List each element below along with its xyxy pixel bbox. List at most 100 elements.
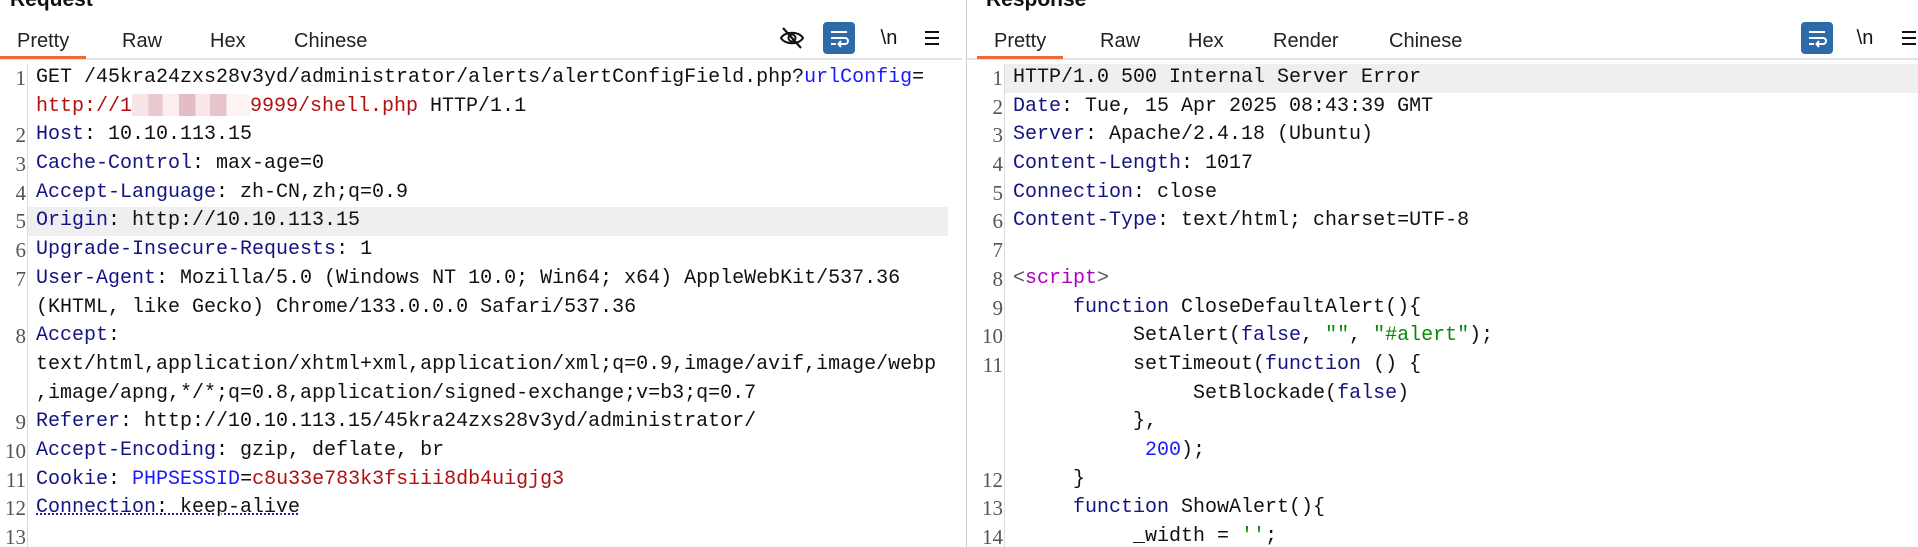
request-editor[interactable]: 1 GET /45kra24zxs28v3yd/administrator/ale…	[0, 64, 962, 547]
response-tabs: Pretty Raw Hex Render Chinese	[967, 24, 1918, 60]
code-token: );	[1469, 324, 1494, 348]
code-token: : Tue, 15 Apr 2025 08:43:39 GMT	[1061, 94, 1434, 118]
code-token: >	[1097, 266, 1110, 290]
response-tab-chinese[interactable]: Chinese	[1372, 26, 1479, 56]
line-text: function ShowAlert(){	[1005, 494, 1918, 523]
code-line: 3 Server: Apache/2.4.18 (Ubuntu)	[967, 121, 1918, 150]
code-token: Content-Type	[1013, 209, 1158, 233]
line-text: Accept-Encoding: gzip, deflate, br	[28, 437, 948, 466]
code-line: 200);	[967, 437, 1918, 466]
code-token: SetBlockade(	[1013, 381, 1338, 405]
line-text	[28, 523, 948, 547]
response-title: Response	[986, 0, 1086, 12]
response-tab-raw[interactable]: Raw	[1083, 26, 1157, 56]
request-tab-pretty[interactable]: Pretty	[0, 26, 87, 59]
line-text: Cache-Control: max-age=0	[28, 150, 948, 179]
code-token: )	[1397, 381, 1410, 405]
line-number: 6	[15, 238, 27, 263]
response-tab-hex[interactable]: Hex	[1171, 26, 1241, 56]
response-lines: 1 HTTP/1.0 500 Internal Server Error 2 Date…	[967, 64, 1918, 547]
line-number: 12	[982, 467, 1003, 492]
line-text: Content-Type: text/html; charset=UTF-8	[1005, 207, 1918, 236]
code-token: 200	[1145, 438, 1182, 462]
code-token: =	[240, 467, 253, 491]
code-line: 13	[0, 523, 962, 547]
line-number: 5	[992, 180, 1004, 205]
code-token: );	[1181, 438, 1206, 462]
line-number: 9	[15, 410, 27, 435]
code-token: : gzip, deflate, br	[216, 438, 445, 462]
code-token: "#alert"	[1373, 324, 1470, 348]
line-number: 3	[992, 123, 1004, 148]
code-token: : keep-alive	[156, 496, 301, 520]
line-text: Host: 10.10.113.15	[28, 121, 948, 150]
code-line: 9 function CloseDefaultAlert(){	[967, 294, 1918, 323]
code-line: ,image/apng,*/*;q=0.8,application/signed…	[0, 380, 962, 409]
newline-icon[interactable]: \n	[873, 22, 905, 54]
code-line: },	[967, 408, 1918, 437]
code-token: Origin	[36, 209, 109, 233]
code-token: Host	[36, 123, 85, 147]
line-number: 14	[982, 525, 1003, 547]
code-token: 9999/shell.php	[250, 94, 419, 118]
code-line: 2 Date: Tue, 15 Apr 2025 08:43:39 GMT	[967, 93, 1918, 122]
request-tab-chinese[interactable]: Chinese	[277, 26, 384, 56]
code-token: PHPSESSID	[132, 467, 241, 491]
code-token: c8u33e783k3fsiii8db4uigjg3	[252, 467, 565, 491]
line-number: 13	[982, 496, 1003, 521]
eye-slash-icon[interactable]	[776, 22, 808, 54]
code-token: },	[1013, 410, 1158, 434]
newline-icon[interactable]: \n	[1849, 22, 1881, 54]
response-tab-pretty[interactable]: Pretty	[977, 26, 1064, 59]
line-text: <script>	[1005, 265, 1918, 294]
line-number: 6	[992, 209, 1004, 234]
line-text: Connection: keep-alive	[28, 494, 948, 523]
response-tab-render[interactable]: Render	[1256, 26, 1356, 56]
code-token: function	[1073, 496, 1170, 520]
code-token: function	[1073, 295, 1170, 319]
menu-icon[interactable]	[1893, 22, 1918, 54]
code-line: 1 HTTP/1.0 500 Internal Server Error	[967, 64, 1918, 93]
response-editor[interactable]: 1 HTTP/1.0 500 Internal Server Error 2 Date…	[967, 64, 1918, 547]
line-text: Content-Length: 1017	[1005, 150, 1918, 179]
line-number: 11	[982, 352, 1003, 377]
line-number: 7	[992, 238, 1004, 263]
code-token: (KHTML, like Gecko) Chrome/133.0.0.0 Saf…	[36, 295, 637, 319]
line-number: 9	[992, 295, 1004, 320]
line-text: Referer: http://10.10.113.15/45kra24zxs2…	[28, 408, 948, 437]
code-line: 6 Upgrade-Insecure-Requests: 1	[0, 236, 962, 265]
word-wrap-icon[interactable]	[823, 22, 855, 54]
line-text: setTimeout(function () {	[1005, 351, 1918, 380]
line-number: 7	[15, 266, 27, 291]
line-text: ,image/apng,*/*;q=0.8,application/signed…	[28, 380, 948, 409]
code-token: ""	[1325, 324, 1350, 348]
request-tab-hex[interactable]: Hex	[193, 26, 263, 56]
request-tab-raw[interactable]: Raw	[105, 26, 179, 56]
code-line: 1 GET /45kra24zxs28v3yd/administrator/ale…	[0, 64, 962, 93]
code-token: ,	[1349, 324, 1374, 348]
code-token: Accept-Encoding	[36, 438, 217, 462]
word-wrap-icon[interactable]	[1801, 22, 1833, 54]
code-token: Accept-Language	[36, 180, 217, 204]
code-token: text/html,application/xhtml+xml,applicat…	[36, 352, 937, 376]
line-text: },	[1005, 408, 1918, 437]
line-text: (KHTML, like Gecko) Chrome/133.0.0.0 Saf…	[28, 294, 948, 323]
request-title: Request	[10, 0, 93, 12]
code-token: ''	[1241, 525, 1266, 547]
code-token: HTTP/1.1	[418, 94, 527, 118]
line-text: Accept:	[28, 322, 948, 351]
menu-icon[interactable]	[916, 22, 948, 54]
code-token: Connection	[1013, 180, 1134, 204]
line-number: 10	[5, 438, 26, 463]
request-toolbar: \n	[776, 22, 956, 58]
line-text: 200);	[1005, 437, 1918, 466]
code-token: :	[108, 324, 121, 348]
line-number: 4	[992, 152, 1004, 177]
code-token: : 1017	[1181, 152, 1254, 176]
line-text: SetBlockade(false)	[1005, 380, 1918, 409]
request-panel: Request Pretty Raw Hex Chinese \n 1 GET /…	[0, 0, 962, 547]
line-number: 12	[5, 496, 26, 521]
line-number: 11	[5, 467, 26, 492]
code-line: 5 Origin: http://10.10.113.15	[0, 207, 962, 237]
